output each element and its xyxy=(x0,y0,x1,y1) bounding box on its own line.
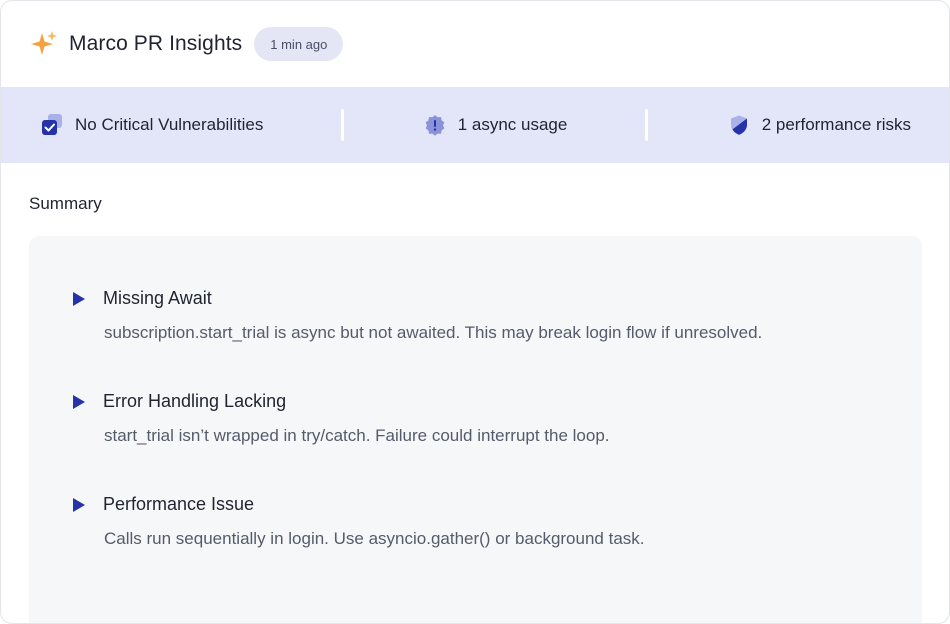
summary-item-description: Calls run sequentially in login. Use asy… xyxy=(104,529,645,548)
stat-async: 1 async usage xyxy=(422,112,568,138)
summary-item[interactable]: Performance Issue Calls run sequentially… xyxy=(73,494,645,549)
summary-item-title: Error Handling Lacking xyxy=(103,391,287,411)
stat-label: 2 performance risks xyxy=(761,115,911,134)
summary-item[interactable]: Missing Await subscription.start_trial i… xyxy=(73,288,762,343)
expand-triangle-icon[interactable] xyxy=(73,394,85,409)
checkbox-stack-icon xyxy=(39,112,65,138)
stats-bar: No Critical Vulnerabilities 1 async usag… xyxy=(1,87,949,163)
insights-card: Marco PR Insights 1 min ago No Critical … xyxy=(0,0,950,624)
stat-divider xyxy=(341,109,345,141)
alert-badge-icon xyxy=(422,112,448,138)
shield-icon xyxy=(726,112,752,138)
summary-panel: Missing Await subscription.start_trial i… xyxy=(29,236,922,623)
expand-triangle-icon[interactable] xyxy=(73,291,85,306)
expand-triangle-icon[interactable] xyxy=(73,497,85,512)
card-header: Marco PR Insights 1 min ago xyxy=(1,1,949,87)
stat-divider xyxy=(645,109,649,141)
sparkle-icon xyxy=(29,29,59,59)
stat-vulnerabilities: No Critical Vulnerabilities xyxy=(39,112,263,138)
stat-label: 1 async usage xyxy=(457,115,568,134)
summary-item-title: Performance Issue xyxy=(103,494,255,514)
stat-performance: 2 performance risks xyxy=(726,112,911,138)
page-title: Marco PR Insights xyxy=(69,32,243,55)
timestamp-badge: 1 min ago xyxy=(254,27,344,61)
summary-item-title: Missing Await xyxy=(103,288,212,308)
summary-item-description: subscription.start_trial is async but no… xyxy=(104,323,763,342)
summary-item-description: start_trial isn’t wrapped in try/catch. … xyxy=(104,426,610,445)
summary-heading: Summary xyxy=(29,194,102,213)
summary-item[interactable]: Error Handling Lacking start_trial isn’t… xyxy=(73,391,610,446)
stat-label: No Critical Vulnerabilities xyxy=(75,115,264,134)
